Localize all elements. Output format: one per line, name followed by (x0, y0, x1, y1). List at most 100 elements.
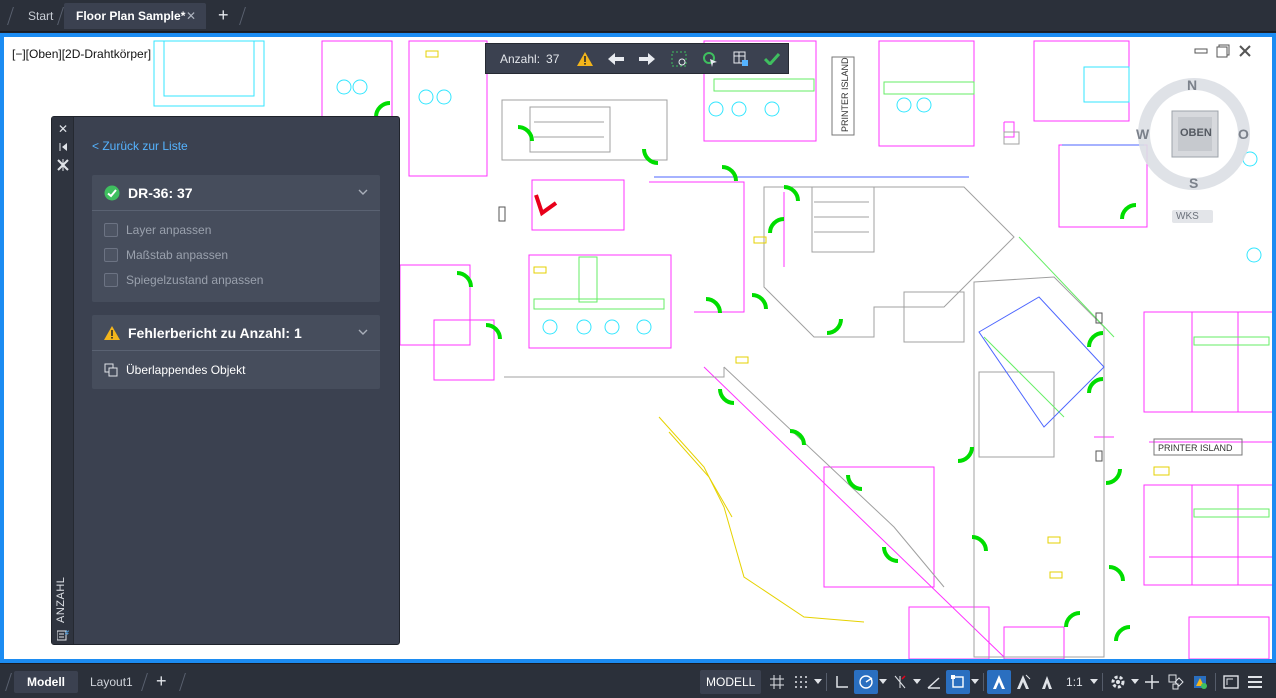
adjust-mirror-label: Spiegelzustand anpassen (126, 272, 264, 287)
new-tab-button[interactable]: + (212, 3, 235, 29)
palette-properties-icon[interactable] (57, 159, 69, 171)
insert-count-table-icon[interactable] (726, 47, 757, 71)
adjust-mirror-option[interactable]: Spiegelzustand anpassen (92, 267, 380, 292)
overlapping-door-block-red (534, 194, 558, 217)
close-tab-icon[interactable]: ✕ (186, 3, 196, 29)
isolate-objects-icon[interactable] (1164, 670, 1188, 694)
viewcube[interactable]: N S W O OBEN WKS (1134, 70, 1258, 230)
tab-separator (5, 673, 12, 691)
wall-lines (321, 40, 1272, 659)
polar-tracking-icon[interactable] (854, 670, 879, 694)
structure-lines (501, 99, 1105, 658)
chevron-down-icon[interactable] (358, 327, 368, 337)
block-count-title: DR-36: 37 (128, 184, 193, 201)
palette-autohide-icon[interactable] (57, 141, 69, 153)
plus-crosshair-icon[interactable] (1140, 670, 1164, 694)
error-report-card-header[interactable]: Fehlerbericht zu Anzahl: 1 (92, 315, 380, 351)
ucs-menu[interactable]: WKS (1172, 210, 1213, 223)
next-arrow-icon[interactable] (632, 47, 663, 71)
adjust-scale-checkbox[interactable] (104, 247, 118, 262)
chevron-down-icon[interactable] (912, 670, 922, 694)
viewcube-face-top[interactable]: OBEN (1180, 127, 1212, 139)
error-report-card: Fehlerbericht zu Anzahl: 1 Überlappendes… (92, 315, 380, 389)
customization-menu-icon[interactable] (1243, 670, 1267, 694)
tab-floor-plan-sample[interactable]: Floor Plan Sample* ✕ (64, 3, 206, 29)
adjust-scale-label: Maßstab anpassen (126, 247, 229, 262)
viewport-window-controls (1194, 44, 1254, 58)
palette-close-icon[interactable]: ✕ (57, 123, 69, 135)
previous-arrow-icon[interactable] (601, 47, 632, 71)
status-separator (1215, 673, 1217, 691)
adjust-scale-option[interactable]: Maßstab anpassen (92, 242, 380, 267)
annotation-visibility-icon[interactable] (987, 670, 1012, 694)
minimize-icon[interactable] (1194, 44, 1210, 58)
adjust-layer-option[interactable]: Layer anpassen (92, 217, 380, 242)
printer-island-label-horizontal: PRINTER ISLAND (1158, 443, 1233, 453)
status-separator (1102, 673, 1104, 691)
chevron-down-icon[interactable] (1089, 670, 1099, 694)
chevron-down-icon[interactable] (1130, 670, 1140, 694)
zoom-to-selection-icon[interactable] (663, 47, 694, 71)
success-check-icon (104, 185, 120, 200)
close-icon[interactable] (1238, 44, 1254, 58)
chevron-down-icon[interactable] (878, 670, 888, 694)
bottom-bar: Modell Layout1 + MODELL 1:1 (0, 663, 1276, 698)
tab-layout1[interactable]: Layout1 (80, 671, 143, 693)
compass-north[interactable]: N (1187, 77, 1197, 93)
printer-island-label-vertical: PRINTER ISLAND (840, 57, 850, 132)
finish-checkmark-icon[interactable] (757, 47, 788, 71)
adjust-layer-checkbox[interactable] (104, 222, 118, 237)
compass-west[interactable]: W (1136, 126, 1149, 142)
chevron-down-icon[interactable] (813, 670, 823, 694)
overlapping-object-label: Überlappendes Objekt (126, 363, 246, 377)
compass-south[interactable]: S (1189, 175, 1198, 191)
ortho-mode-icon[interactable] (830, 670, 854, 694)
status-separator (826, 673, 828, 691)
palette-title: ANZAHL (55, 576, 67, 623)
count-palette-icon: # (56, 629, 69, 641)
back-to-list-link[interactable]: < Zurück zur Liste (92, 139, 188, 153)
tab-start[interactable]: Start (16, 3, 65, 29)
overlap-icon (104, 363, 118, 377)
document-tab-bar: Start Floor Plan Sample* ✕ + (0, 0, 1276, 32)
block-count-card: DR-36: 37 Layer anpassen Maßstab anpasse… (92, 175, 380, 302)
select-objects-icon[interactable] (694, 47, 725, 71)
error-report-title: Fehlerbericht zu Anzahl: 1 (128, 324, 302, 341)
chevron-down-icon[interactable] (970, 670, 980, 694)
chevron-down-icon[interactable] (358, 187, 368, 197)
dynamic-ucs-icon[interactable] (922, 670, 946, 694)
viewport-controls-label[interactable]: [−][Oben][2D-Drahtkörper] (12, 47, 152, 61)
warning-icon[interactable] (569, 47, 600, 71)
object-snap-icon[interactable] (946, 670, 971, 694)
restore-icon[interactable] (1216, 44, 1232, 58)
tab-model[interactable]: Modell (14, 671, 78, 693)
svg-text:#: # (65, 630, 69, 637)
grid-icon[interactable] (765, 670, 789, 694)
status-bar: MODELL 1:1 (700, 669, 1267, 695)
tab-separator (179, 673, 186, 691)
count-palette: ✕ ANZAHL # < Zurück zur Liste DR-36: 37 … (51, 116, 400, 645)
block-count-card-header[interactable]: DR-36: 37 (92, 175, 380, 211)
new-layout-button[interactable]: + (150, 671, 173, 693)
palette-body: < Zurück zur Liste DR-36: 37 Layer anpas… (74, 117, 399, 644)
tab-separator (239, 7, 246, 25)
hardware-acceleration-icon[interactable] (1188, 670, 1212, 694)
overlapping-object-item[interactable]: Überlappendes Objekt (92, 351, 380, 389)
model-space-button[interactable]: MODELL (700, 670, 762, 694)
tab-label: Floor Plan Sample* (76, 9, 186, 23)
clean-screen-icon[interactable] (1219, 670, 1243, 694)
palette-title-strip[interactable]: ✕ ANZAHL # (52, 117, 74, 644)
adjust-mirror-checkbox[interactable] (104, 272, 118, 287)
gear-icon[interactable] (1106, 670, 1130, 694)
annotation-autoscale-icon[interactable] (1011, 670, 1035, 694)
count-toolbar: Anzahl: 37 (485, 43, 789, 74)
count-label: Anzahl: (500, 51, 541, 66)
warning-icon (104, 325, 120, 340)
annotation-scale-icon[interactable] (1035, 670, 1059, 694)
adjust-layer-label: Layer anpassen (126, 222, 212, 237)
snap-mode-icon[interactable] (789, 670, 813, 694)
compass-east[interactable]: O (1238, 126, 1249, 142)
status-separator (983, 673, 985, 691)
annotation-scale-value[interactable]: 1:1 (1059, 670, 1089, 694)
isometric-drafting-icon[interactable] (888, 670, 912, 694)
